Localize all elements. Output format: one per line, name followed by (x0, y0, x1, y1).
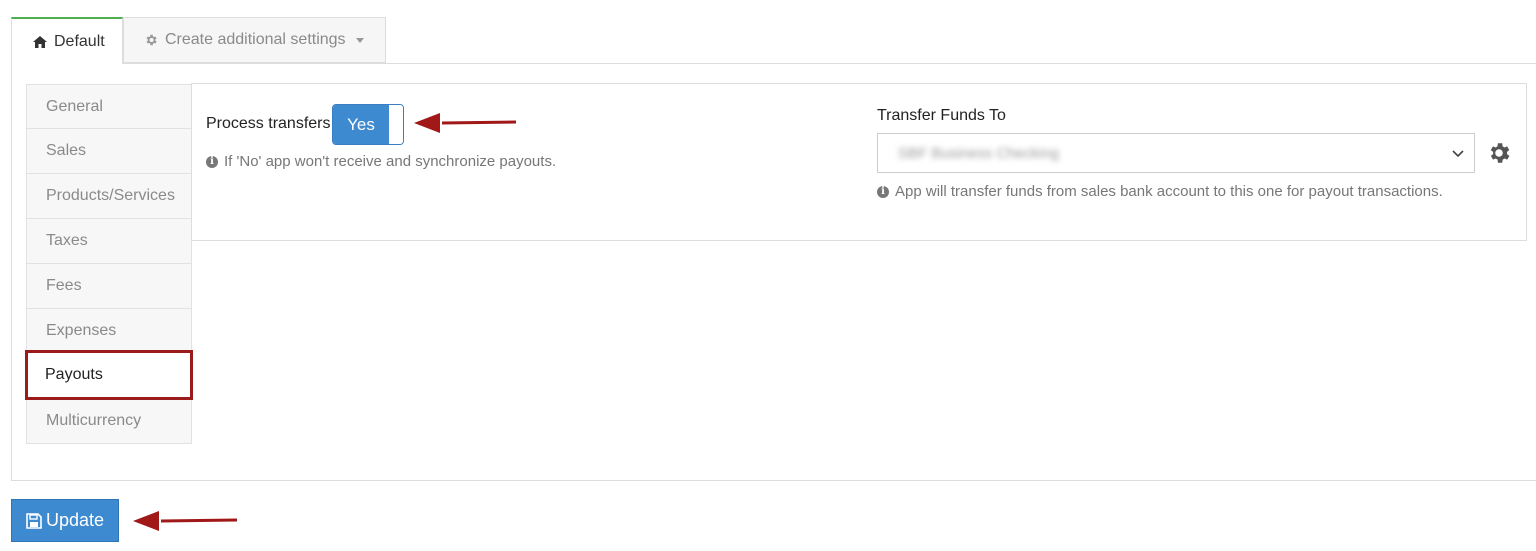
tab-default[interactable]: Default (11, 17, 123, 64)
chevron-down-icon (1452, 146, 1464, 164)
sidebar-item-sales[interactable]: Sales (26, 129, 192, 174)
sidebar-item-expenses[interactable]: Expenses (26, 309, 192, 354)
home-icon (33, 35, 47, 48)
transfer-funds-label: Transfer Funds To (877, 107, 1006, 124)
annotation-arrow-update (133, 511, 238, 531)
annotation-arrow-toggle (414, 113, 517, 133)
tab-create-additional-settings-label: Create additional settings (165, 31, 346, 48)
transfer-funds-help: i App will transfer funds from sales ban… (877, 183, 1443, 200)
sidebar-item-multicurrency[interactable]: Multicurrency (26, 399, 192, 444)
process-transfers-help: i If 'No' app won't receive and synchron… (206, 153, 556, 170)
toggle-on-label: Yes (333, 105, 389, 144)
process-transfers-toggle[interactable]: Yes (332, 104, 404, 145)
process-transfers-label: Process transfers (206, 115, 331, 132)
sidebar-item-label: Sales (46, 142, 87, 159)
caret-down-icon (355, 37, 364, 43)
sidebar-item-label: Products/Services (46, 187, 175, 204)
transfer-funds-select[interactable]: SBF Business Checking (877, 133, 1475, 173)
sidebar-item-label: Payouts (45, 366, 103, 383)
sidebar-item-taxes[interactable]: Taxes (26, 219, 192, 264)
tab-default-label: Default (54, 32, 105, 50)
transfer-funds-selected-value: SBF Business Checking (898, 145, 1059, 162)
tab-create-additional-settings[interactable]: Create additional settings (123, 17, 386, 63)
sidebar-item-general[interactable]: General (26, 84, 192, 129)
transfer-funds-help-text: App will transfer funds from sales bank … (895, 183, 1443, 200)
account-settings-gear-icon[interactable] (1486, 140, 1512, 171)
sidebar-item-label: Taxes (46, 232, 88, 249)
process-transfers-help-text: If 'No' app won't receive and synchroniz… (224, 153, 557, 170)
toggle-knob (389, 105, 403, 144)
sidebar-item-label: Expenses (46, 322, 117, 339)
update-button-label: Update (45, 510, 105, 530)
sidebar-item-products-services[interactable]: Products/Services (26, 174, 192, 219)
info-icon: i (877, 185, 889, 198)
sidebar-item-payouts[interactable]: Payouts (25, 350, 193, 400)
sidebar-item-label: General (46, 97, 103, 115)
update-button[interactable]: Update (11, 499, 119, 542)
save-icon (26, 512, 42, 529)
sidebar-item-fees[interactable]: Fees (26, 264, 192, 309)
info-icon: i (206, 155, 218, 168)
sidebar-item-label: Fees (46, 277, 82, 294)
gear-icon (144, 33, 158, 47)
sidebar-item-label: Multicurrency (46, 412, 142, 429)
